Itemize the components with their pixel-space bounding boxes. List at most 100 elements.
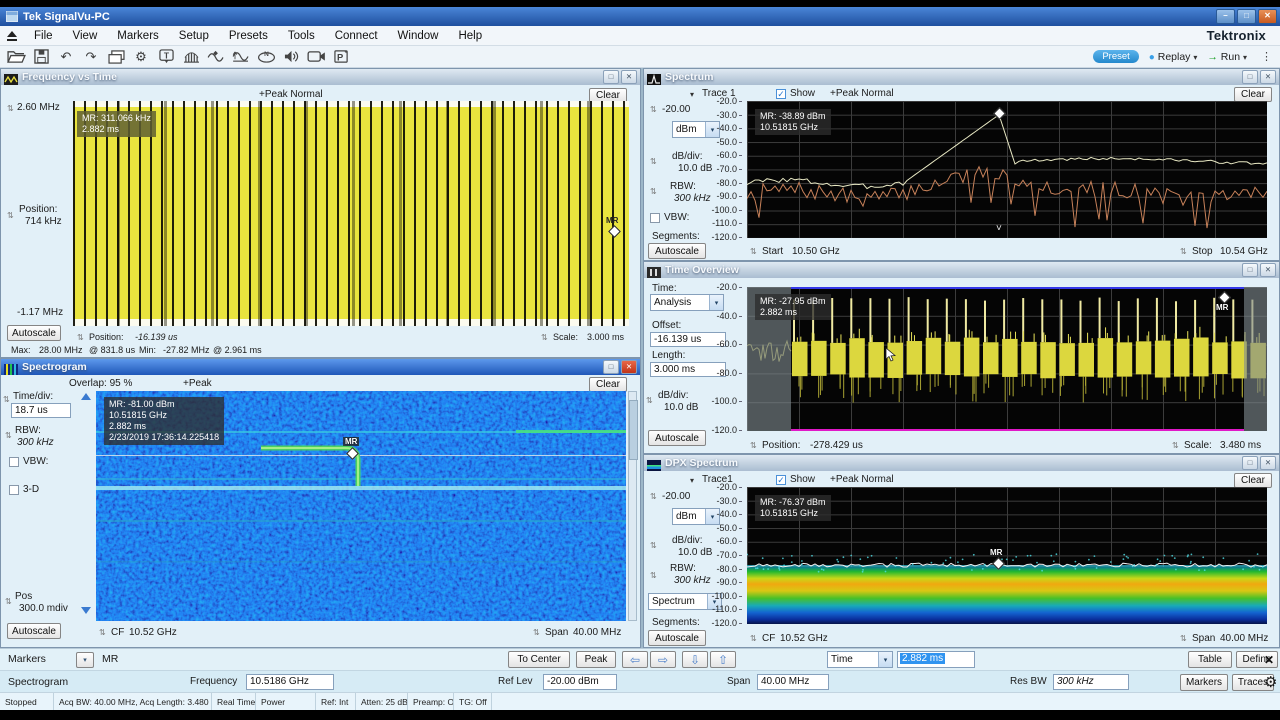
spectrogram-title-bar[interactable]: Spectrogram □✕ [1,359,640,375]
text-tag-icon[interactable]: T [154,47,178,67]
tov-dbdiv-value[interactable]: 10.0 dB [664,402,698,413]
dpx-reflevel-value[interactable]: -20.00 [662,491,690,502]
adjust-icon[interactable]: ⇅ [650,541,657,550]
markers-close-icon[interactable]: ✕ [1264,653,1274,667]
spectrum-autoscale-button[interactable]: Autoscale [648,243,706,259]
scroll-up-icon[interactable] [81,393,91,400]
preset-star-icon[interactable]: P* [329,47,353,67]
close-icon[interactable]: ✕ [1258,9,1277,24]
sgram-clear-button[interactable]: Clear [589,377,627,392]
spectrum-plot[interactable]: MR: -38.89 dBm10.51815 GHz ˅ [747,101,1267,238]
spectrogram-close-icon[interactable]: ✕ [621,360,637,374]
scroll-down-icon[interactable] [81,607,91,614]
adjust-icon[interactable]: ⇅ [1172,441,1179,450]
fvt-xpos-value[interactable]: -16.139 us [135,332,178,342]
fvt-restore-icon[interactable]: □ [603,70,619,84]
spectrum-stop-value[interactable]: 10.54 GHz [1220,246,1268,257]
adjust-icon[interactable]: ⇅ [533,628,540,637]
tov-plot[interactable]: MR: -27.95 dBm2.882 ms MR [747,287,1267,431]
fvt-autoscale-button[interactable]: Autoscale [7,325,61,341]
adjust-icon[interactable]: ⇅ [750,441,757,450]
adjust-icon[interactable]: ⇅ [5,431,12,440]
sgram-overlap-label[interactable]: Overlap: 95 % [69,378,132,389]
title-bar[interactable]: Tek SignalVu-PC – □ ✕ [0,7,1280,26]
peak-button[interactable]: Peak [576,651,616,668]
adjust-icon[interactable]: ⇅ [7,104,14,113]
markers-dropdown-icon[interactable]: ▾ [76,652,94,668]
menu-item-1[interactable]: View [63,30,108,42]
dpx-restore-icon[interactable]: □ [1242,456,1258,470]
sgram-rbw-value[interactable]: 300 kHz [17,437,54,448]
sgram-scrollbar[interactable] [628,391,637,621]
trace-expander-icon[interactable]: ▾ [690,90,694,99]
sgram-pos-value[interactable]: 300.0 mdiv [19,603,68,614]
minimize-icon[interactable]: – [1216,9,1235,24]
menu-item-8[interactable]: Help [448,30,492,42]
marker-domain-combo[interactable]: Time▾ [827,651,893,668]
save-icon[interactable] [29,47,53,67]
adjust-icon[interactable]: ⇅ [650,571,657,580]
tov-restore-icon[interactable]: □ [1242,263,1258,277]
spectrum-vbw-checkbox[interactable] [650,213,660,223]
adjust-icon[interactable]: ⇅ [650,492,657,501]
sgram-3d-checkbox[interactable] [9,485,19,495]
peak-higher-button[interactable]: ⇧ [710,651,736,668]
sgram-timediv-input[interactable]: 18.7 us [11,403,71,418]
dpx-autoscale-button[interactable]: Autoscale [648,630,706,646]
adjust-icon[interactable]: ⇅ [1180,247,1187,256]
adjust-icon[interactable]: ⇅ [650,187,657,196]
frequency-input[interactable]: 10.5186 GHz [246,674,334,690]
overflow-menu-icon[interactable]: ⋮ [1261,50,1272,63]
spectrum-clear-button[interactable]: Clear [1234,87,1272,102]
tov-title-bar[interactable]: Time Overview □✕ [644,262,1279,278]
peak-lower-button[interactable]: ⇩ [682,651,708,668]
spectrum-show-checkbox[interactable]: ✓ [776,89,786,99]
adjust-icon[interactable]: ⇅ [99,628,106,637]
to-center-button[interactable]: To Center [508,651,570,668]
spectrogram-restore-icon[interactable]: □ [603,360,619,374]
peak-left-button[interactable]: ⇦ [622,651,648,668]
menu-item-0[interactable]: File [24,30,63,42]
adjust-icon[interactable]: ⇅ [750,634,757,643]
dpx-show-checkbox[interactable]: ✓ [776,475,786,485]
tov-close-icon[interactable]: ✕ [1260,263,1276,277]
peak-right-button[interactable]: ⇨ [650,651,676,668]
sgram-cf-value[interactable]: 10.52 GHz [129,627,177,638]
fvt-close-icon[interactable]: ✕ [621,70,637,84]
dpx-clear-button[interactable]: Clear [1234,473,1272,488]
trace-expander-icon[interactable]: ▾ [690,476,694,485]
run-button[interactable]: → Run ▾ [1207,51,1247,63]
resbw-input[interactable]: 300 kHz [1053,674,1129,690]
reflev-input[interactable]: -20.00 dBm [543,674,617,690]
marker-position-input[interactable]: 2.882 ms [897,651,975,668]
spectrum-reflevel-value[interactable]: -20.00 [662,104,690,115]
menu-item-6[interactable]: Connect [325,30,388,42]
spectrum-title-bar[interactable]: Spectrum □✕ [644,69,1279,85]
dpx-span-value[interactable]: 40.00 MHz [1220,633,1268,644]
adjust-icon[interactable]: ⇅ [541,333,548,342]
adjust-icon[interactable]: ⇅ [1180,634,1187,643]
markers-panel-button[interactable]: Markers [1180,674,1228,691]
fvt-position-value[interactable]: 714 kHz [25,216,62,227]
adjust-icon[interactable]: ⇅ [5,597,12,606]
camera-icon[interactable] [304,47,328,67]
spectrum-restore-icon[interactable]: □ [1242,70,1258,84]
marker-wave-icon[interactable] [204,47,228,67]
fvt-marker-diamond[interactable] [608,225,621,238]
restore-icon[interactable]: □ [1237,9,1256,24]
analysis-wave-icon[interactable] [229,47,253,67]
menu-item-5[interactable]: Tools [278,30,325,42]
spectrum-start-value[interactable]: 10.50 GHz [792,246,840,257]
tov-scale-value[interactable]: 3.480 ms [1220,440,1261,451]
fvt-plot[interactable]: MR: 311.066 kHz2.882 ms MR [73,101,629,326]
open-icon[interactable] [4,47,28,67]
spectrogram-plot[interactable]: MR: -81.00 dBm10.51815 GHz 2.882 ms2/23/… [96,391,626,621]
menu-item-4[interactable]: Presets [219,30,278,42]
arrange-windows-icon[interactable] [104,47,128,67]
adjust-icon[interactable]: ⇅ [7,211,14,220]
preset-button[interactable]: Preset [1093,50,1138,63]
menu-item-2[interactable]: Markers [107,30,169,42]
tov-position-value[interactable]: -278.429 us [810,440,863,451]
redo-icon[interactable]: ↷ [79,47,103,67]
spectrum-close-icon[interactable]: ✕ [1260,70,1276,84]
